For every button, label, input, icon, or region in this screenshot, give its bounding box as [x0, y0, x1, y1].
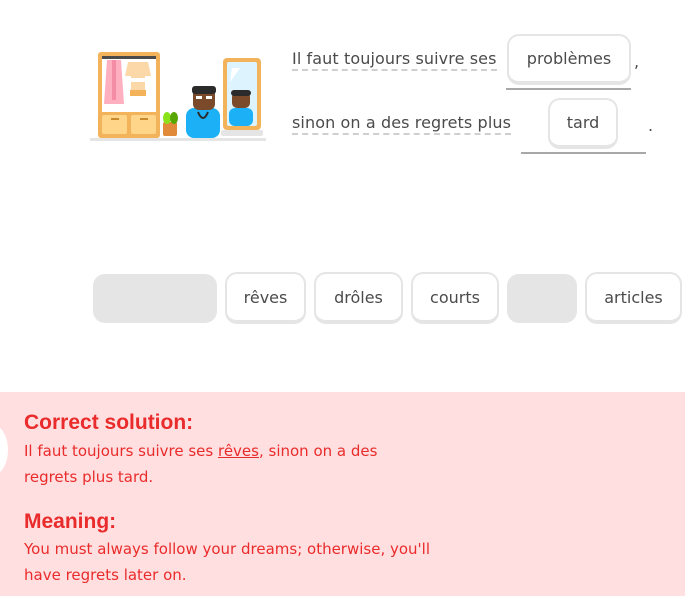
answer-blank-1 — [506, 88, 631, 90]
word-bank-chip[interactable]: rêves — [225, 272, 306, 324]
meaning-line-1: You must always follow your dreams; othe… — [24, 540, 431, 558]
word-bank-chip[interactable]: courts — [411, 272, 499, 324]
meaning-text: You must always follow your dreams; othe… — [24, 536, 444, 588]
exercise-screen: Il faut toujours suivre ses problèmes , … — [0, 0, 685, 596]
answer-chip-1[interactable]: problèmes — [507, 34, 631, 85]
meaning-heading: Meaning: — [24, 510, 117, 533]
word-bank-chip[interactable]: drôles — [314, 272, 403, 324]
sentence-line-2: sinon on a des regrets plus — [292, 113, 512, 135]
solution-highlight-word: rêves — [217, 442, 259, 460]
comma-punctuation: , — [634, 52, 640, 71]
wardrobe-mirror-illustration — [90, 52, 266, 141]
sentence-text-2: sinon on a des regrets plus — [292, 113, 512, 135]
correct-solution-heading: Correct solution: — [24, 411, 194, 434]
answer-chip-2[interactable]: tard — [548, 98, 618, 149]
correct-solution-text: Il faut toujours suivre ses rêves, sinon… — [24, 438, 444, 490]
feedback-status-icon — [0, 425, 8, 475]
word-bank-chip[interactable]: articles — [585, 272, 682, 324]
word-bank-empty-slot — [507, 274, 577, 323]
solution-text-line2: regrets plus tard. — [24, 468, 154, 486]
answer-blank-2 — [521, 152, 646, 154]
solution-text-before: Il faut toujours suivre ses — [24, 442, 218, 460]
solution-text-after: , sinon on a des — [258, 442, 378, 460]
feedback-panel: Correct solution: Il faut toujours suivr… — [0, 392, 685, 596]
word-bank-empty-slot — [93, 274, 217, 323]
meaning-line-2: have regrets later on. — [24, 566, 187, 584]
period-punctuation: . — [648, 116, 654, 135]
sentence-line-1: Il faut toujours suivre ses — [292, 49, 497, 71]
sentence-text-1: Il faut toujours suivre ses — [292, 49, 497, 71]
